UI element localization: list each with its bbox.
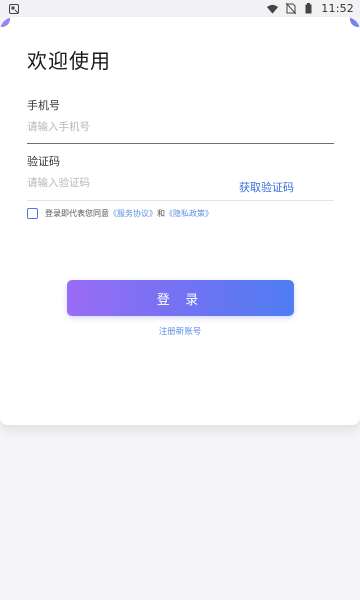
- phone-label: 手机号: [27, 99, 60, 112]
- agreement-prefix: 登录即代表您同意: [45, 209, 109, 218]
- no-sim-icon: [285, 3, 296, 14]
- get-code-button[interactable]: 获取验证码: [239, 179, 294, 195]
- status-bar: 11:52: [0, 0, 360, 17]
- agreement-conjunction: 和: [157, 209, 165, 218]
- phone-input[interactable]: [27, 116, 327, 138]
- status-left: [8, 3, 19, 14]
- privacy-policy-link[interactable]: 《隐私政策》: [165, 209, 213, 218]
- code-label: 验证码: [27, 155, 60, 168]
- register-link[interactable]: 注册新账号: [0, 325, 360, 337]
- agreement-row: 登录即代表您同意《服务协议》和《隐私政策》: [27, 208, 213, 219]
- battery-icon: [303, 3, 314, 14]
- code-divider: [27, 200, 334, 201]
- agreement-text: 登录即代表您同意《服务协议》和《隐私政策》: [45, 208, 213, 219]
- code-input[interactable]: [27, 172, 227, 194]
- login-card: 欢迎使用 手机号 验证码 获取验证码 登录即代表您同意《服务协议》和《隐私政策》…: [0, 17, 360, 425]
- login-page: 11:52 欢迎使用 手机号 验证码 获取验证码 登录即代表您同意《服务协议》和…: [0, 0, 360, 600]
- login-button[interactable]: 登 录: [67, 280, 294, 316]
- status-right: 11:52: [267, 2, 354, 15]
- service-agreement-link[interactable]: 《服务协议》: [109, 209, 157, 218]
- clock: 11:52: [321, 2, 354, 15]
- notification-icon: [8, 3, 19, 14]
- wifi-icon: [267, 3, 279, 14]
- phone-divider: [27, 143, 334, 144]
- page-title: 欢迎使用: [27, 49, 111, 73]
- agree-checkbox[interactable]: [27, 208, 38, 219]
